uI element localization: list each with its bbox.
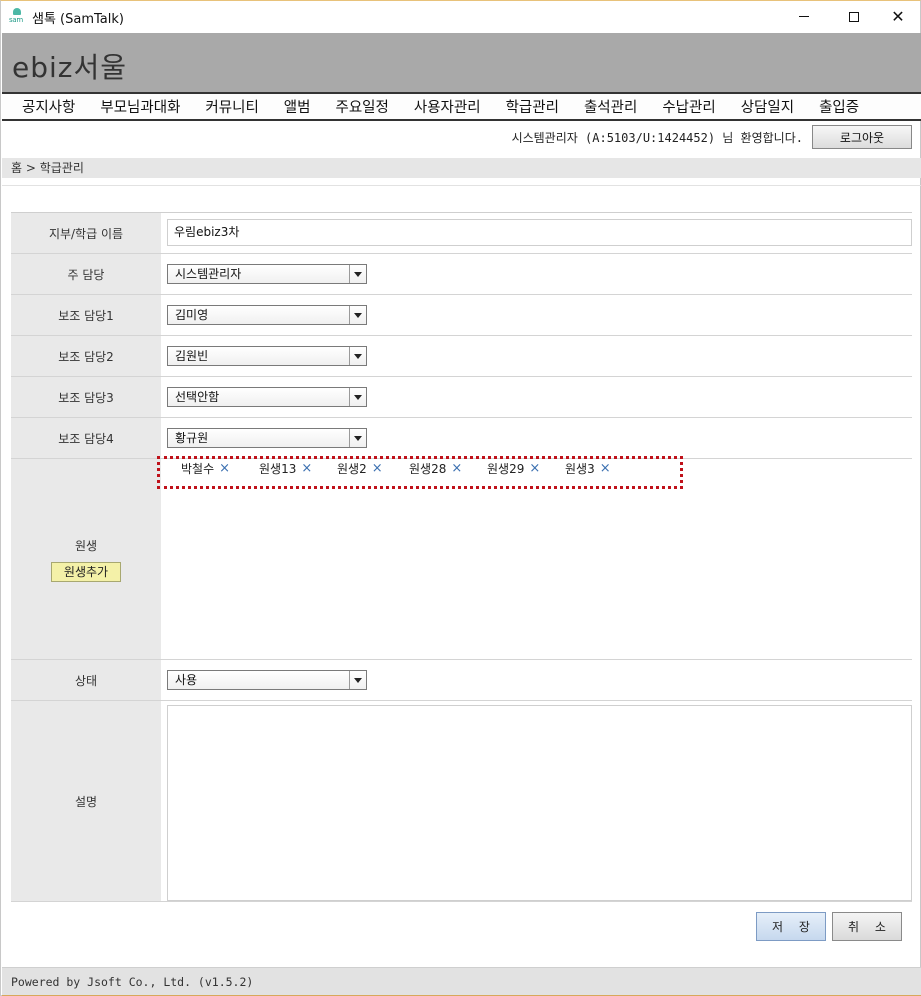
assistant3-select[interactable]: 선택안함	[167, 387, 367, 407]
assistant4-label: 보조 담당4	[11, 418, 161, 458]
assistant3-value: 선택안함	[175, 390, 220, 404]
nav-attendance[interactable]: 출석관리	[584, 96, 637, 117]
nav-class-management[interactable]: 학급관리	[506, 96, 559, 117]
status-select[interactable]: 사용	[167, 670, 367, 690]
nav-album[interactable]: 앨범	[284, 96, 311, 117]
student-chip: 원생3 ×	[565, 460, 611, 477]
chevron-down-icon	[349, 347, 366, 365]
status-label: 상태	[11, 660, 161, 700]
nav-payment[interactable]: 수납관리	[662, 96, 715, 117]
remove-icon[interactable]: ×	[529, 461, 540, 476]
main-nav: 공지사항 부모님과대화 커뮤니티 앨범 주요일정 사용자관리 학급관리 출석관리…	[2, 92, 921, 121]
maximize-button[interactable]	[831, 1, 877, 32]
student-chip: 원생13 ×	[259, 460, 312, 477]
chevron-down-icon	[349, 429, 366, 447]
status-value: 사용	[175, 673, 198, 687]
chevron-down-icon	[349, 265, 366, 283]
students-highlight-box: 박철수 × 원생13 × 원생2 × 원생28 × 원생29 × 원생3 ×	[157, 456, 683, 489]
cancel-button[interactable]: 취 소	[832, 912, 902, 941]
window-title: 샘톡 (SamTalk)	[32, 12, 124, 27]
student-chip: 원생28 ×	[409, 460, 462, 477]
brand-name: ebiz서울	[12, 51, 127, 84]
form-row-assistant1: 보조 담당1 김미영	[11, 295, 912, 336]
footer-text: Powered by Jsoft Co., Ltd. (v1.5.2)	[11, 975, 254, 989]
form-row-assistant4: 보조 담당4 황규원	[11, 418, 912, 459]
remove-icon[interactable]: ×	[219, 461, 230, 476]
student-name: 원생29	[487, 462, 525, 476]
student-chip: 박철수 ×	[181, 460, 230, 477]
class-name-label: 지부/학급 이름	[11, 213, 161, 253]
title-bar: sam 샘톡 (SamTalk) ✕	[1, 1, 920, 32]
remove-icon[interactable]: ×	[301, 461, 312, 476]
remove-icon[interactable]: ×	[600, 461, 611, 476]
form-row-class-name: 지부/학급 이름 우림ebiz3차	[11, 213, 912, 254]
main-teacher-value: 시스템관리자	[175, 267, 242, 281]
student-name: 박철수	[181, 462, 215, 476]
assistant1-select[interactable]: 김미영	[167, 305, 367, 325]
assistant4-select[interactable]: 황규원	[167, 428, 367, 448]
assistant1-value: 김미영	[175, 308, 209, 322]
divider	[2, 185, 921, 186]
assistant2-select[interactable]: 김원빈	[167, 346, 367, 366]
footer: Powered by Jsoft Co., Ltd. (v1.5.2)	[2, 967, 921, 995]
nav-notice[interactable]: 공지사항	[22, 96, 75, 117]
user-bar: 시스템관리자 (A:5103/U:1424452) 님 환영합니다. 로그아웃	[2, 122, 921, 153]
student-chip: 원생29 ×	[487, 460, 540, 477]
description-textarea[interactable]	[167, 705, 912, 901]
chevron-down-icon	[349, 306, 366, 324]
assistant1-label: 보조 담당1	[11, 295, 161, 335]
description-label: 설명	[11, 701, 161, 901]
form-row-main-teacher: 주 담당 시스템관리자	[11, 254, 912, 295]
student-name: 원생2	[337, 462, 367, 476]
form-row-description: 설명	[11, 701, 912, 902]
student-chip: 원생2 ×	[337, 460, 383, 477]
nav-community[interactable]: 커뮤니티	[205, 96, 258, 117]
student-name: 원생13	[259, 462, 297, 476]
minimize-button[interactable]	[781, 1, 827, 32]
form-row-students: 원생 원생추가 박철수 × 원생13 × 원생2 × 원생28 × 원생29 ×…	[11, 456, 912, 660]
nav-access-pass[interactable]: 출입증	[819, 96, 859, 117]
nav-parent-talk[interactable]: 부모님과대화	[100, 96, 180, 117]
close-window-button[interactable]: ✕	[875, 1, 921, 32]
brand-bar: ebiz서울	[2, 33, 921, 92]
assistant4-value: 황규원	[175, 431, 209, 445]
form-row-status: 상태 사용	[11, 660, 912, 701]
nav-schedule[interactable]: 주요일정	[335, 96, 388, 117]
nav-counseling[interactable]: 상담일지	[741, 96, 794, 117]
student-name: 원생28	[409, 462, 447, 476]
logout-button[interactable]: 로그아웃	[812, 125, 912, 149]
class-name-input[interactable]: 우림ebiz3차	[167, 219, 912, 246]
form-row-assistant2: 보조 담당2 김원빈	[11, 336, 912, 377]
students-label: 원생	[74, 538, 98, 553]
form-row-assistant3: 보조 담당3 선택안함	[11, 377, 912, 418]
minimize-icon	[799, 16, 809, 17]
close-icon: ✕	[891, 6, 905, 26]
samtalk-logo-icon: sam	[9, 8, 25, 24]
chevron-down-icon	[349, 388, 366, 406]
main-teacher-label: 주 담당	[11, 254, 161, 294]
assistant2-label: 보조 담당2	[11, 336, 161, 376]
class-form: 지부/학급 이름 우림ebiz3차 주 담당 시스템관리자 보조 담당1 김미영	[11, 212, 912, 902]
save-button[interactable]: 저 장	[756, 912, 826, 941]
student-name: 원생3	[565, 462, 595, 476]
breadcrumb: 홈 > 학급관리	[2, 158, 921, 178]
remove-icon[interactable]: ×	[451, 461, 462, 476]
students-label-cell: 원생 원생추가	[11, 459, 161, 659]
assistant2-value: 김원빈	[175, 349, 209, 363]
nav-user-management[interactable]: 사용자관리	[414, 96, 481, 117]
remove-icon[interactable]: ×	[372, 461, 383, 476]
chevron-down-icon	[349, 671, 366, 689]
add-student-button[interactable]: 원생추가	[51, 561, 121, 582]
main-teacher-select[interactable]: 시스템관리자	[167, 264, 367, 284]
app-window: sam 샘톡 (SamTalk) ✕ ebiz서울 공지사항 부모님과대화 커뮤…	[0, 0, 921, 996]
assistant3-label: 보조 담당3	[11, 377, 161, 417]
maximize-icon	[849, 11, 859, 22]
welcome-message: 시스템관리자 (A:5103/U:1424452) 님 환영합니다.	[511, 131, 803, 145]
